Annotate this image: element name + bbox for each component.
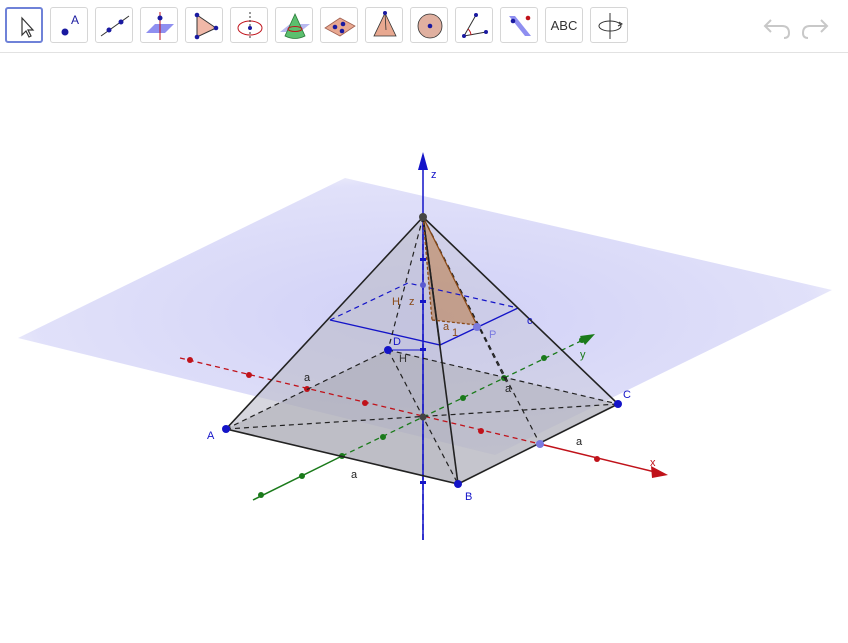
point-H[interactable] [419,413,427,421]
point-x-intersection[interactable] [536,440,544,448]
move-tool-button[interactable] [5,7,43,43]
point-D[interactable] [384,346,392,354]
intersect-surfaces-icon [280,13,310,39]
label-c: c [527,315,533,327]
plane-tool-button[interactable] [320,7,358,43]
point-A[interactable] [222,425,230,433]
rotate-view-icon [598,13,623,39]
toolbar: A ABC [0,0,848,53]
z-axis-arrow [418,152,428,170]
label-a-left: a [304,372,311,384]
label-H-upper: H [392,296,400,308]
undo-icon [763,19,791,39]
intersect-surfaces-tool-button[interactable] [275,7,313,43]
line-tool-button[interactable] [95,7,133,43]
y-axis [252,455,343,501]
circle-axis-icon [237,12,263,40]
label-A: A [207,430,215,442]
polygon-tool-button[interactable] [185,7,223,43]
pyramid-tool-button[interactable] [365,7,403,43]
point-C[interactable] [614,400,622,408]
label-a-mid: a [505,383,512,395]
undo-button[interactable] [762,12,792,42]
x-axis-label: x [650,457,656,469]
z-axis-label: z [431,169,437,181]
label-z-side: z [409,296,415,308]
plane-icon [324,17,356,37]
reflect-tool-button[interactable] [500,7,538,43]
label-H: H [399,353,407,365]
y-axis-label: y [580,349,586,361]
point-icon: A [61,13,79,36]
perpendicular-line-icon [146,12,174,40]
label-D: D [393,336,401,348]
text-tool-button[interactable]: ABC [545,7,583,43]
point-B[interactable] [454,480,462,488]
graphics-view-3d[interactable]: z x y A B C D H P H z a a a a a 1 c [0,52,848,643]
rotate-view-tool-button[interactable] [590,7,628,43]
point-H-upper[interactable] [420,282,426,288]
label-one: 1 [452,327,458,339]
text-icon: ABC [550,17,578,33]
perpendicular-line-tool-button[interactable] [140,7,178,43]
redo-button[interactable] [800,12,830,42]
redo-icon [801,19,829,39]
sphere-icon [417,13,443,39]
label-a-front: a [351,469,358,481]
label-C: C [623,389,631,401]
angle-icon [462,13,488,38]
arrow-cursor-icon [21,16,35,38]
polygon-icon [194,12,219,40]
sphere-tool-button[interactable] [410,7,448,43]
point-P[interactable] [473,323,481,331]
point-apex[interactable] [419,213,427,221]
line-icon [100,15,130,37]
label-B: B [465,491,472,503]
label-P: P [489,329,496,341]
angle-tool-button[interactable] [455,7,493,43]
svg-text:A: A [71,13,79,27]
point-tool-button[interactable]: A [50,7,88,43]
pyramid-icon [373,11,397,37]
label-a-right: a [576,436,583,448]
reflect-plane-icon [509,15,531,36]
label-a-small: a [443,321,450,333]
circle-axis-tool-button[interactable] [230,7,268,43]
